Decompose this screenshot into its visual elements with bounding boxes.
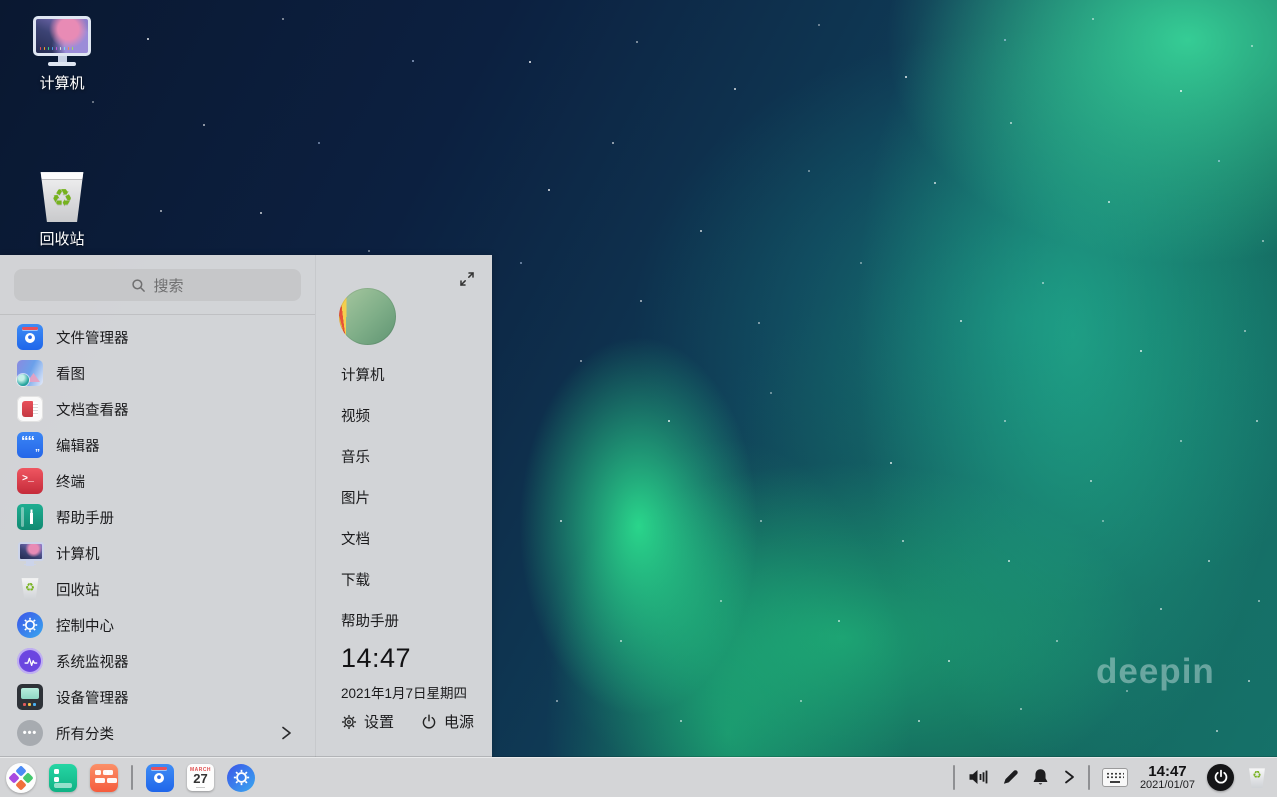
search-placeholder: 搜索 (153, 275, 183, 296)
launcher-shortcut-pane: 计算机 视频 音乐 图片 文档 下载 帮助手册 14:47 2021年1月7日星… (315, 255, 492, 758)
shutdown-icon[interactable] (1207, 764, 1234, 791)
launcher-clock-date: 2021年1月7日星期四 (341, 682, 467, 702)
dock: MARCH 27 (0, 757, 1277, 797)
shortcut-pictures[interactable]: 图片 (341, 487, 399, 507)
deepin-watermark: deepin (1096, 652, 1215, 692)
shortcut-help-manual[interactable]: 帮助手册 (341, 610, 399, 630)
power-button[interactable]: 电源 (421, 711, 474, 732)
pen-icon[interactable] (1001, 768, 1019, 786)
launcher-app-image-viewer[interactable]: 看图 (0, 355, 315, 391)
shortcut-computer[interactable]: 计算机 (341, 364, 399, 384)
desktop-icon-label: 计算机 (20, 72, 104, 93)
file-manager-icon (17, 324, 43, 350)
file-manager-icon[interactable] (146, 764, 174, 792)
text-editor-icon (17, 432, 43, 458)
dock-tray-area: 14:47 2021/01/07 ♻ (953, 764, 1277, 791)
desktop-icon-computer[interactable]: 计算机 (20, 16, 104, 93)
computer-icon (33, 16, 91, 66)
divider (0, 314, 315, 315)
shortcut-videos[interactable]: 视频 (341, 405, 399, 425)
document-viewer-icon (17, 396, 43, 422)
trash-icon: ♻ (36, 170, 88, 222)
power-icon (421, 714, 437, 730)
image-viewer-icon (17, 360, 43, 386)
launcher-app-device-manager[interactable]: 设备管理器 (0, 679, 315, 715)
search-input[interactable]: 搜索 (14, 269, 301, 301)
control-center-icon[interactable] (227, 764, 255, 792)
trash-icon[interactable]: ♻ (1246, 765, 1268, 789)
launcher-clock-time: 14:47 (341, 643, 411, 674)
launcher-app-trash[interactable]: ♻ 回收站 (0, 571, 315, 607)
app-store-icon[interactable] (90, 764, 118, 792)
tray-expand-chevron-icon[interactable] (1062, 769, 1076, 785)
launcher-app-system-monitor[interactable]: 系统监视器 (0, 643, 315, 679)
control-center-icon (17, 612, 43, 638)
volume-icon[interactable] (967, 767, 989, 787)
shortcut-music[interactable]: 音乐 (341, 446, 399, 466)
launcher-app-control-center[interactable]: 控制中心 (0, 607, 315, 643)
shortcut-documents[interactable]: 文档 (341, 528, 399, 548)
notification-bell-icon[interactable] (1031, 767, 1050, 787)
launcher-icon[interactable] (6, 763, 36, 793)
star-field (0, 0, 2, 2)
app-list: 文件管理器 看图 文档查看器 编辑器 终端 帮助手册 (0, 319, 315, 751)
dock-separator (1088, 765, 1090, 790)
computer-icon (17, 540, 43, 566)
launcher-app-help-manual[interactable]: 帮助手册 (0, 499, 315, 535)
onboard-keyboard-icon[interactable] (1102, 768, 1128, 787)
all-categories-icon: ••• (17, 720, 43, 746)
dock-clock[interactable]: 14:47 2021/01/07 (1140, 764, 1195, 791)
gear-icon (341, 714, 357, 730)
desktop-icon-label: 回收站 (20, 228, 104, 249)
dock-separator (953, 765, 955, 790)
launcher-app-file-manager[interactable]: 文件管理器 (0, 319, 315, 355)
launcher-app-document-viewer[interactable]: 文档查看器 (0, 391, 315, 427)
desktop-icon-trash[interactable]: ♻ 回收站 (20, 170, 104, 249)
search-icon (131, 278, 146, 293)
launcher-app-list-pane: 搜索 文件管理器 看图 文档查看器 编辑器 终端 (0, 255, 315, 758)
multitasking-view-icon[interactable] (49, 764, 77, 792)
calendar-icon[interactable]: MARCH 27 (187, 764, 214, 791)
chevron-right-icon (279, 725, 293, 741)
shortcut-list: 计算机 视频 音乐 图片 文档 下载 帮助手册 (341, 364, 399, 651)
launcher-panel: 搜索 文件管理器 看图 文档查看器 编辑器 终端 (0, 255, 492, 758)
user-avatar[interactable] (339, 288, 396, 345)
launcher-all-categories[interactable]: ••• 所有分类 (0, 715, 315, 751)
device-manager-icon (17, 684, 43, 710)
help-manual-icon (17, 504, 43, 530)
trash-icon: ♻ (17, 576, 43, 602)
launcher-app-computer[interactable]: 计算机 (0, 535, 315, 571)
settings-button[interactable]: 设置 (341, 711, 394, 732)
launcher-app-terminal[interactable]: 终端 (0, 463, 315, 499)
system-monitor-icon (17, 648, 43, 674)
terminal-icon (17, 468, 43, 494)
dock-separator (131, 765, 133, 790)
shortcut-downloads[interactable]: 下载 (341, 569, 399, 589)
launcher-app-text-editor[interactable]: 编辑器 (0, 427, 315, 463)
dock-app-area: MARCH 27 (0, 763, 255, 793)
fullscreen-expand-icon[interactable] (459, 271, 475, 287)
